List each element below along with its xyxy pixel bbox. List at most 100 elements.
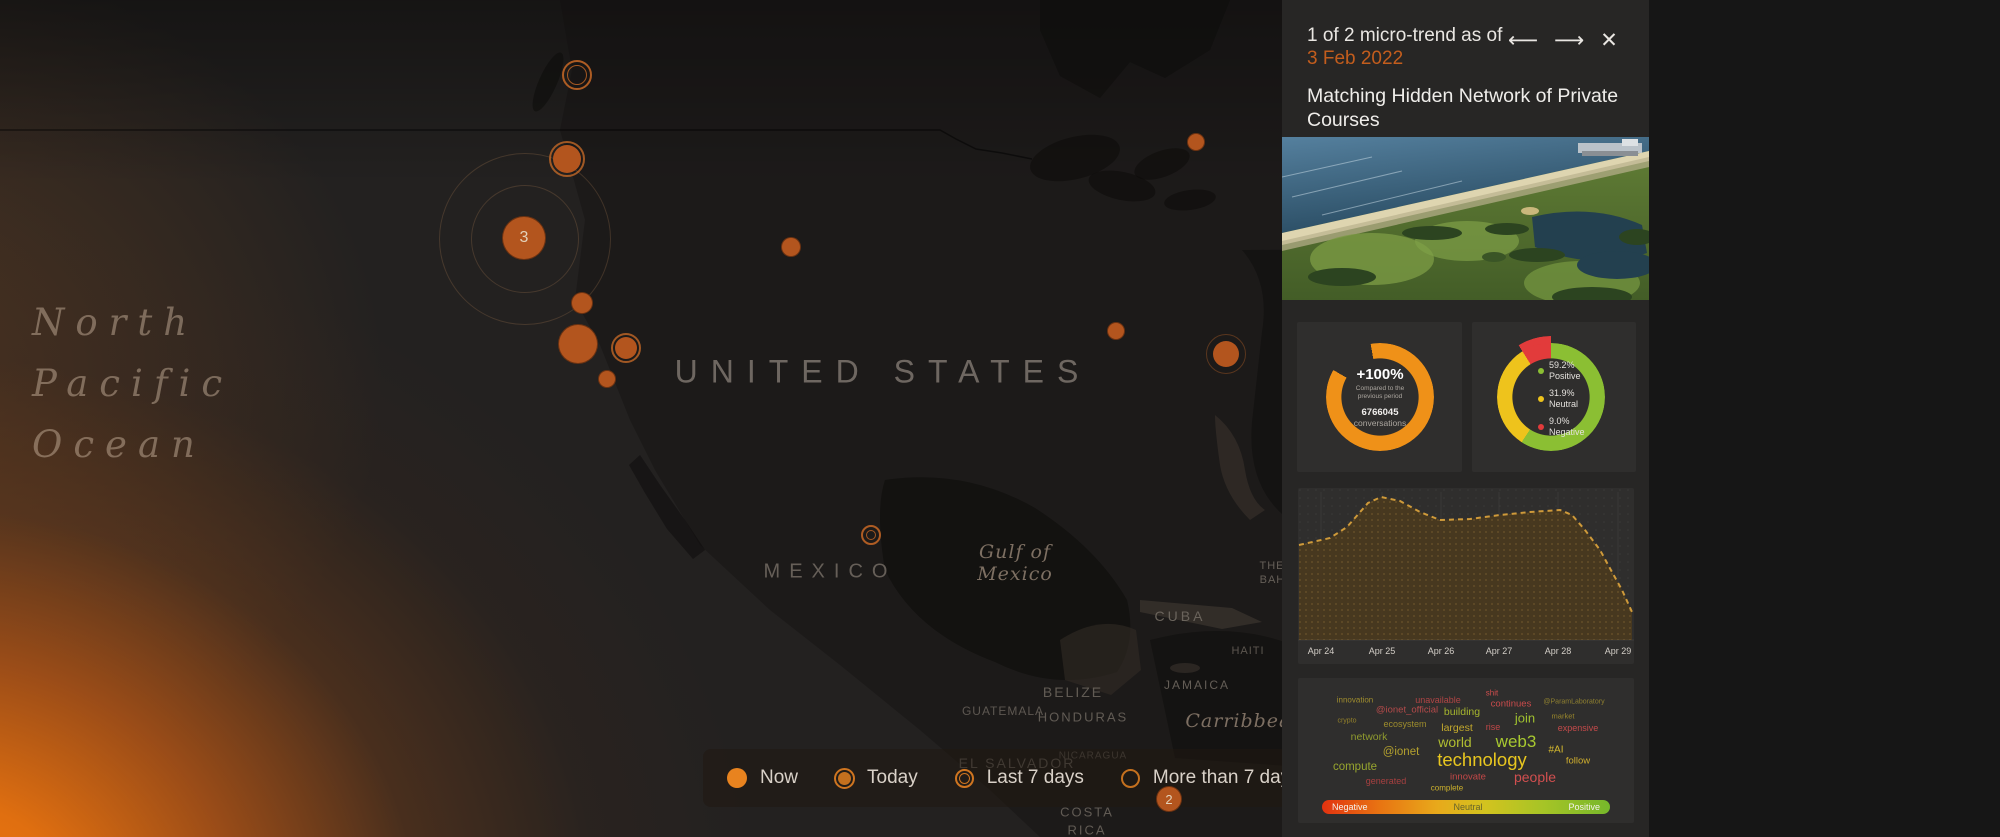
sentiment-legend-row-negative: 9.0%Negative [1538,416,1585,437]
map-label-honduras: HONDURAS [1038,710,1128,725]
map-label-belize: BELIZE [1043,684,1103,700]
legend-double-ring-icon [955,769,974,788]
cloud-word[interactable]: expensive [1558,723,1599,733]
cloud-word[interactable]: world [1438,734,1471,750]
volume-donut-card: +100% Compared to the previous period 67… [1297,322,1462,472]
cloud-word[interactable]: #AI [1548,745,1563,756]
sentiment-legend-row-positive: 59.2%Positive [1538,360,1585,381]
map-label-the: THE [1260,560,1285,572]
trend-title: Matching Hidden Network of Private Cours… [1282,70,1649,132]
volume-donut-center: +100% Compared to the previous period 67… [1326,343,1434,451]
jamaica [1170,663,1200,673]
sentiment-legend-text: 9.0%Negative [1549,416,1585,437]
map-marker[interactable] [598,370,616,388]
map-marker[interactable] [1107,322,1125,340]
map-label-guatemala: GUATEMALA [962,704,1044,718]
map-marker[interactable] [1213,341,1239,367]
sentiment-legend-text: 59.2%Positive [1549,360,1581,381]
cloud-word[interactable]: join [1515,711,1535,726]
map-marker[interactable] [562,60,592,90]
cloud-word[interactable]: people [1514,769,1556,785]
sentiment-donut-card: 59.2%Positive 31.9%Neutral 9.0%Negative [1472,322,1636,472]
map-marker[interactable] [861,525,881,545]
x-axis-tick: Apr 27 [1486,646,1513,656]
legend-filled-icon [727,768,747,788]
ocean-label: North Pacific Ocean [32,292,233,475]
cloud-word[interactable]: generated [1366,776,1407,786]
map-label-mexico: Mexico [977,563,1053,585]
cloud-word[interactable]: follow [1566,756,1590,767]
sentiment-legend-text: 31.9%Neutral [1549,388,1578,409]
cloud-word[interactable]: continues [1491,699,1532,710]
legend-ring-icon [1121,769,1140,788]
next-trend-button[interactable]: ⟶ [1554,30,1584,51]
conversations-label: conversations [1354,418,1406,428]
trend-area-card: Apr 24Apr 25Apr 26Apr 27Apr 28Apr 29 [1298,488,1634,664]
cloud-word[interactable]: building [1444,706,1480,718]
volume-change-value: +100% [1356,366,1403,383]
map-marker[interactable] [571,292,593,314]
cloud-word[interactable]: @ParamLaboratory [1543,699,1604,706]
cloud-word[interactable]: complete [1431,784,1463,793]
map-label-cuba: CUBA [1155,608,1206,624]
map-label-jamaica: JAMAICA [1164,678,1230,692]
cloud-word[interactable]: technology [1437,749,1526,771]
legend-item-label: Today [867,767,918,789]
sentiment-dot-icon [1538,368,1544,374]
sentiment-dot-icon [1538,424,1544,430]
map-label-haiti: HAITI [1231,645,1264,657]
close-icon[interactable]: ✕ [1600,30,1618,51]
map-label-mexico: MEXICO [764,561,897,584]
x-axis-tick: Apr 25 [1369,646,1396,656]
trend-detail-panel: 1 of 2 micro-trend as of 3 Feb 2022 ⟵ ⟶ … [1282,0,1649,837]
cloud-word[interactable]: unavailable [1415,695,1461,705]
map-marker[interactable] [615,337,637,359]
legend-item-label: Now [760,767,798,789]
sentiment-dot-icon [1538,396,1544,402]
cloud-word[interactable]: compute [1333,761,1377,773]
legend-item-label: Last 7 days [987,767,1084,789]
map-marker[interactable] [558,324,598,364]
trend-area-chart: Apr 24Apr 25Apr 26Apr 27Apr 28Apr 29 [1298,488,1634,664]
map-marker[interactable] [1187,133,1205,151]
prev-trend-button[interactable]: ⟵ [1508,30,1538,51]
trend-photo [1282,137,1649,300]
map-label-rica: RICA [1067,823,1106,837]
legend-item-last-7-days[interactable]: Last 7 days [955,767,1084,789]
cloud-word[interactable]: largest [1441,722,1473,734]
map-label-gulf-of: Gulf of [979,541,1051,563]
scale-positive-label: Positive [1568,802,1600,812]
cloud-word[interactable]: rise [1486,722,1501,732]
legend-filled-ring-icon [838,772,851,785]
cloud-word[interactable]: innovation [1337,696,1373,705]
cloud-word[interactable]: @ionet_official [1376,705,1438,716]
x-axis-tick: Apr 24 [1308,646,1335,656]
map-cluster-marker[interactable]: 2 [1156,786,1182,812]
cloud-word[interactable]: crypto [1337,718,1356,725]
cloud-word[interactable]: shit [1486,689,1498,698]
map-marker[interactable] [553,145,581,173]
sentiment-scale-bar: Negative Neutral Positive [1322,800,1610,814]
map-marker[interactable] [781,237,801,257]
golf-course-image [1282,137,1649,300]
cloud-word[interactable]: innovate [1450,772,1486,783]
map-label-united-states: UNITED STATES [675,354,1092,391]
map-cluster-marker[interactable]: 3 [502,216,546,260]
cloud-word[interactable]: @ionet [1383,746,1420,758]
sentiment-legend-row-neutral: 31.9%Neutral [1538,388,1585,409]
cloud-word[interactable]: ecosystem [1383,719,1426,729]
sentiment-legend: 59.2%Positive 31.9%Neutral 9.0%Negative [1538,360,1585,437]
wordcloud-card: Negative Neutral Positive innovation unav… [1298,678,1634,823]
legend-item-today[interactable]: Today [835,767,918,789]
x-axis-tick: Apr 26 [1428,646,1455,656]
scale-negative-label: Negative [1332,802,1368,812]
app-screen: North Pacific Ocean UNITED STATES MEXICO G… [0,0,2000,837]
cloud-word[interactable]: network [1351,731,1388,743]
panel-nav: ⟵ ⟶ ✕ [1508,30,1618,51]
legend-item-now[interactable]: Now [727,767,798,789]
cloud-word[interactable]: market [1552,712,1575,721]
volume-compare-caption: Compared to the previous period [1356,385,1404,401]
conversations-count: 6766045 [1362,407,1399,418]
screen-black-strip [1649,0,2000,837]
x-axis-tick: Apr 29 [1605,646,1632,656]
